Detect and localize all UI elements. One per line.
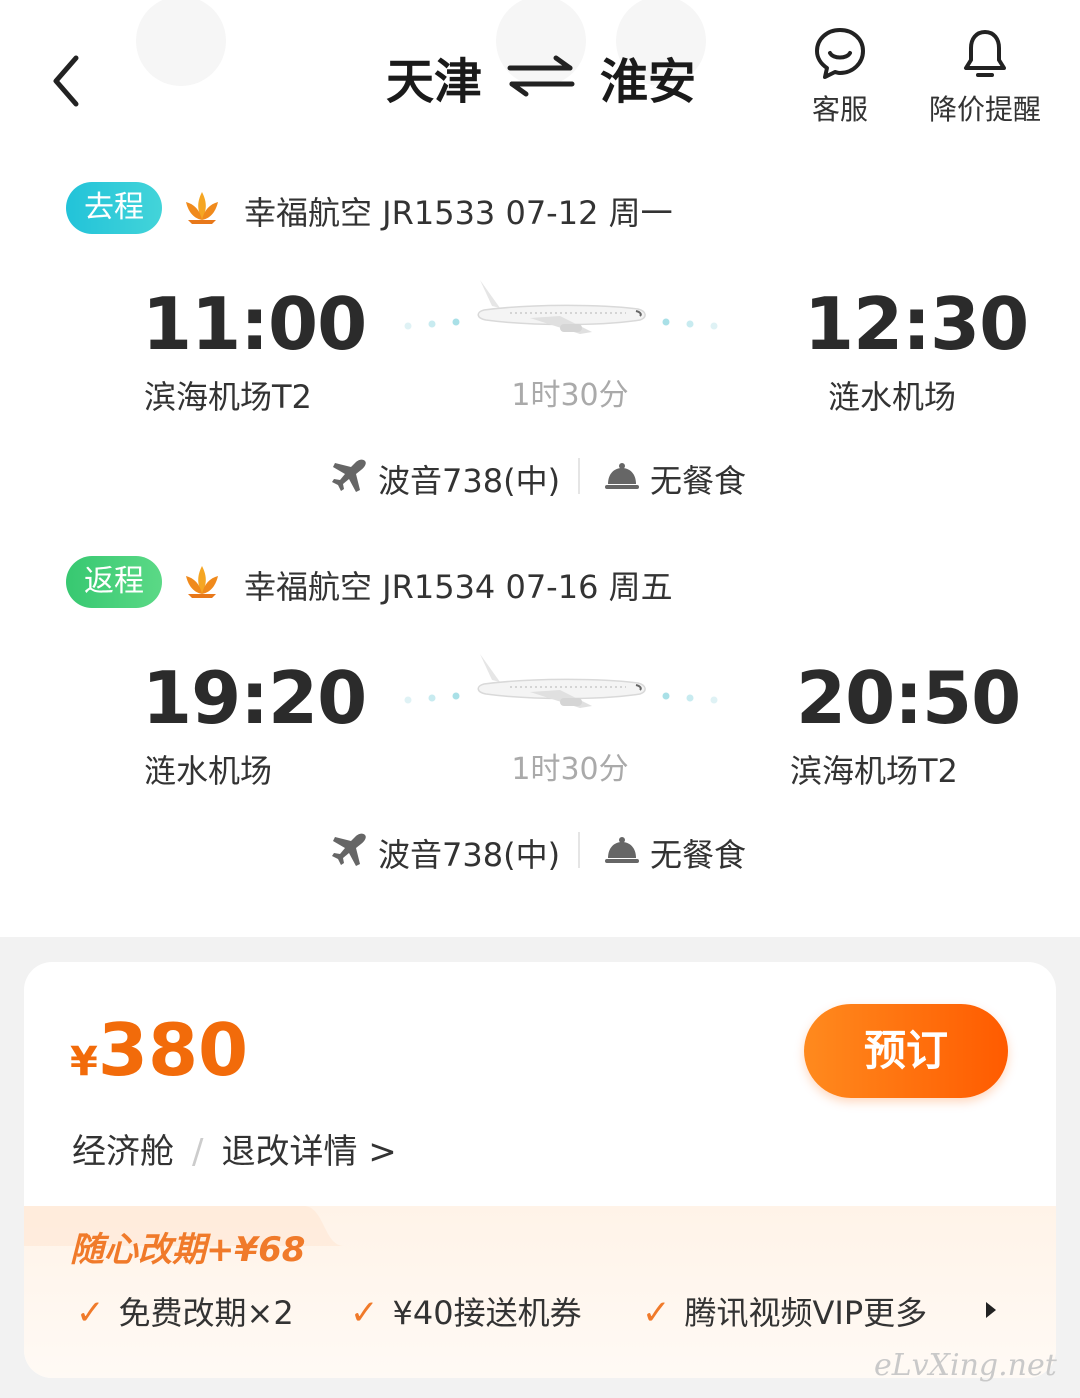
return-meal: 无餐食 (650, 836, 747, 874)
plane-icon (404, 280, 718, 334)
outbound-departure-airport: 滨海机场T2 (144, 378, 312, 416)
booking-card: ¥380 预订 经济舱 / 退改详情 > 随心改期+¥68 ✓ 免费改期×2 ✓ ¥40… (24, 962, 1056, 1378)
meal-bell-icon (605, 463, 639, 489)
return-arrival-airport: 滨海机场T2 (790, 752, 958, 790)
check-icon: ✓ (76, 1293, 105, 1333)
outbound-meal: 无餐食 (650, 462, 747, 500)
perk-item: ✓ ¥40接送机券 (350, 1288, 582, 1334)
return-tag: 返程 (66, 556, 162, 608)
price-value: 380 (97, 1008, 249, 1092)
return-arrival-time: 20:50 (796, 656, 1021, 740)
outbound-tag: 去程 (66, 182, 162, 234)
return-departure-time: 19:20 (142, 656, 367, 740)
separator: / (192, 1132, 204, 1172)
currency-symbol: ¥ (70, 1039, 98, 1085)
caret-right-icon[interactable] (984, 1300, 998, 1320)
swap-route-icon[interactable] (506, 54, 576, 98)
divider (578, 832, 580, 868)
customer-service-label: 客服 (811, 93, 868, 126)
price-alert-button[interactable]: 降价提醒 (922, 26, 1048, 128)
perk-label: 免费改期×2 (118, 1294, 294, 1332)
divider (578, 458, 580, 494)
outbound-duration: 1时30分 (511, 378, 629, 413)
outbound-aircraft-type: 波音738(中) (378, 462, 561, 500)
refund-change-link[interactable]: 退改详情 > (221, 1132, 396, 1172)
check-icon: ✓ (642, 1293, 671, 1333)
return-departure-airport: 涟水机场 (144, 752, 273, 790)
header-decor-circle (136, 0, 226, 86)
from-city: 天津 (386, 54, 483, 110)
outbound-arrival-time: 12:30 (804, 282, 1029, 366)
perk-label: 腾讯视频VIP更多 (684, 1294, 928, 1332)
aircraft-icon (332, 459, 366, 492)
outbound-arrival-airport: 涟水机场 (828, 378, 957, 416)
airline-logo-icon (186, 566, 218, 598)
perk-item: ✓ 免费改期×2 (76, 1288, 294, 1334)
return-duration: 1时30分 (511, 752, 629, 787)
plane-icon (404, 654, 718, 708)
to-city: 淮安 (600, 54, 697, 110)
chat-smile-icon (815, 28, 865, 79)
return-flight-title: 幸福航空 JR1534 07-16 周五 (244, 568, 673, 606)
cabin-row: 经济舱 / 退改详情 > (72, 1124, 397, 1173)
back-button[interactable] (40, 48, 100, 114)
bell-icon (964, 30, 1006, 77)
cabin-class: 经济舱 (72, 1132, 174, 1172)
meal-bell-icon (605, 837, 639, 863)
outbound-departure-time: 11:00 (142, 282, 367, 366)
airline-logo-icon (186, 192, 218, 224)
book-button[interactable]: 预订 (804, 1004, 1008, 1098)
perk-label: ¥40接送机券 (392, 1294, 582, 1332)
outbound-flight-title: 幸福航空 JR1533 07-12 周一 (244, 194, 673, 232)
price: ¥380 (70, 1008, 248, 1092)
customer-service-button[interactable]: 客服 (800, 26, 880, 128)
perk-item[interactable]: ✓ 腾讯视频VIP更多 (642, 1288, 927, 1334)
aircraft-icon (332, 833, 366, 866)
promo-title: 随心改期+¥68 (70, 1230, 306, 1270)
chevron-left-icon (53, 55, 79, 107)
watermark: eLvXing.net (874, 1348, 1057, 1383)
return-aircraft-type: 波音738(中) (378, 836, 561, 874)
check-icon: ✓ (350, 1293, 379, 1333)
price-alert-label: 降价提醒 (928, 93, 1041, 126)
